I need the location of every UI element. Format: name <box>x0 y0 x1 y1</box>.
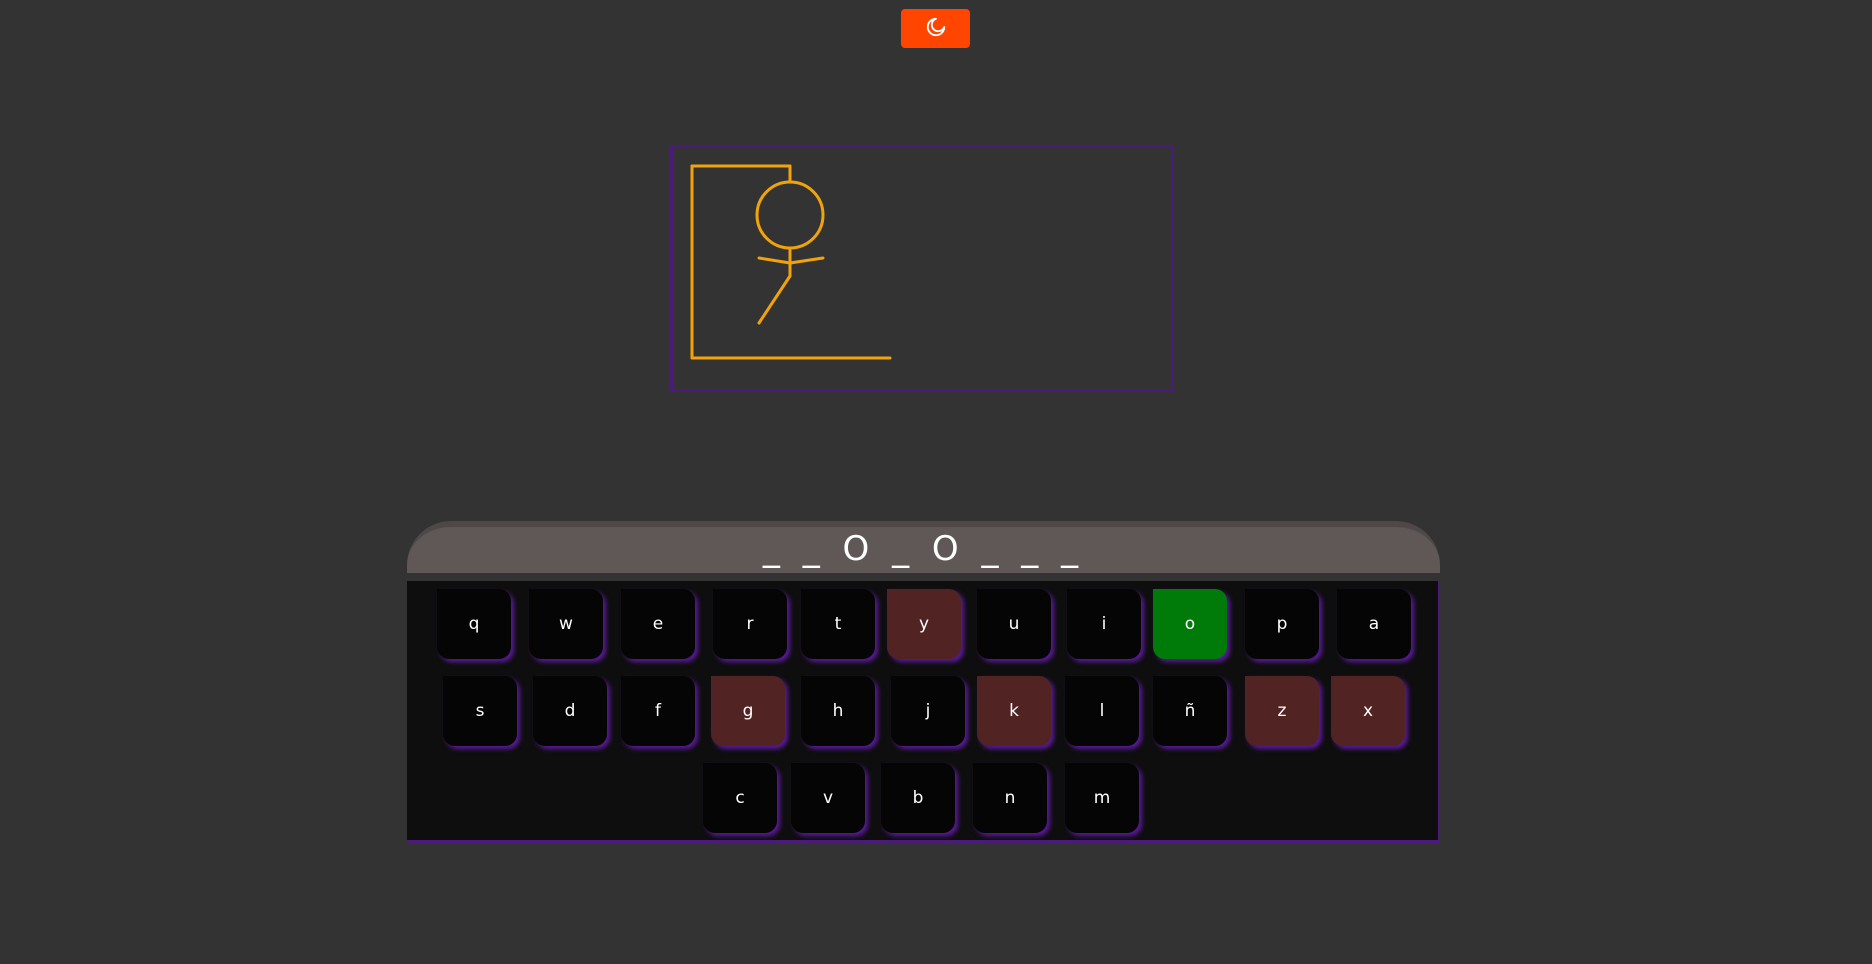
key-j[interactable]: j <box>891 676 965 746</box>
key-e[interactable]: e <box>621 589 695 659</box>
key-u[interactable]: u <box>977 589 1051 659</box>
key-w[interactable]: w <box>529 589 603 659</box>
key-i[interactable]: i <box>1067 589 1141 659</box>
key-v[interactable]: v <box>791 763 865 833</box>
key-m[interactable]: m <box>1065 763 1139 833</box>
key-z[interactable]: z <box>1245 676 1319 746</box>
key-s[interactable]: s <box>443 676 517 746</box>
key-h[interactable]: h <box>801 676 875 746</box>
key-q[interactable]: q <box>437 589 511 659</box>
key-x[interactable]: x <box>1331 676 1405 746</box>
key-k[interactable]: k <box>977 676 1051 746</box>
hangman-left-arm <box>757 256 792 265</box>
key-y[interactable]: y <box>887 589 961 659</box>
key-p[interactable]: p <box>1245 589 1319 659</box>
key-g[interactable]: g <box>711 676 785 746</box>
key-n[interactable]: n <box>973 763 1047 833</box>
hangman-drawing <box>670 145 1174 392</box>
key-r[interactable]: r <box>713 589 787 659</box>
key-d[interactable]: d <box>533 676 607 746</box>
key-ñ[interactable]: ñ <box>1153 676 1227 746</box>
hangman-right-arm <box>788 256 825 265</box>
on-screen-keyboard: qwertyuiopa sdfghjklñzx cvbnm <box>407 581 1440 843</box>
moon-icon <box>925 16 947 42</box>
key-l[interactable]: l <box>1065 676 1139 746</box>
key-t[interactable]: t <box>801 589 875 659</box>
key-b[interactable]: b <box>881 763 955 833</box>
key-o[interactable]: o <box>1153 589 1227 659</box>
hangman-left-leg <box>757 274 792 325</box>
theme-toggle-button[interactable] <box>901 9 970 48</box>
guessed-word: _ _ O _ O _ _ _ <box>762 529 1085 569</box>
key-c[interactable]: c <box>703 763 777 833</box>
word-display: _ _ O _ O _ _ _ <box>407 521 1440 573</box>
key-f[interactable]: f <box>621 676 695 746</box>
hangman-head <box>755 180 825 250</box>
key-a[interactable]: a <box>1337 589 1411 659</box>
